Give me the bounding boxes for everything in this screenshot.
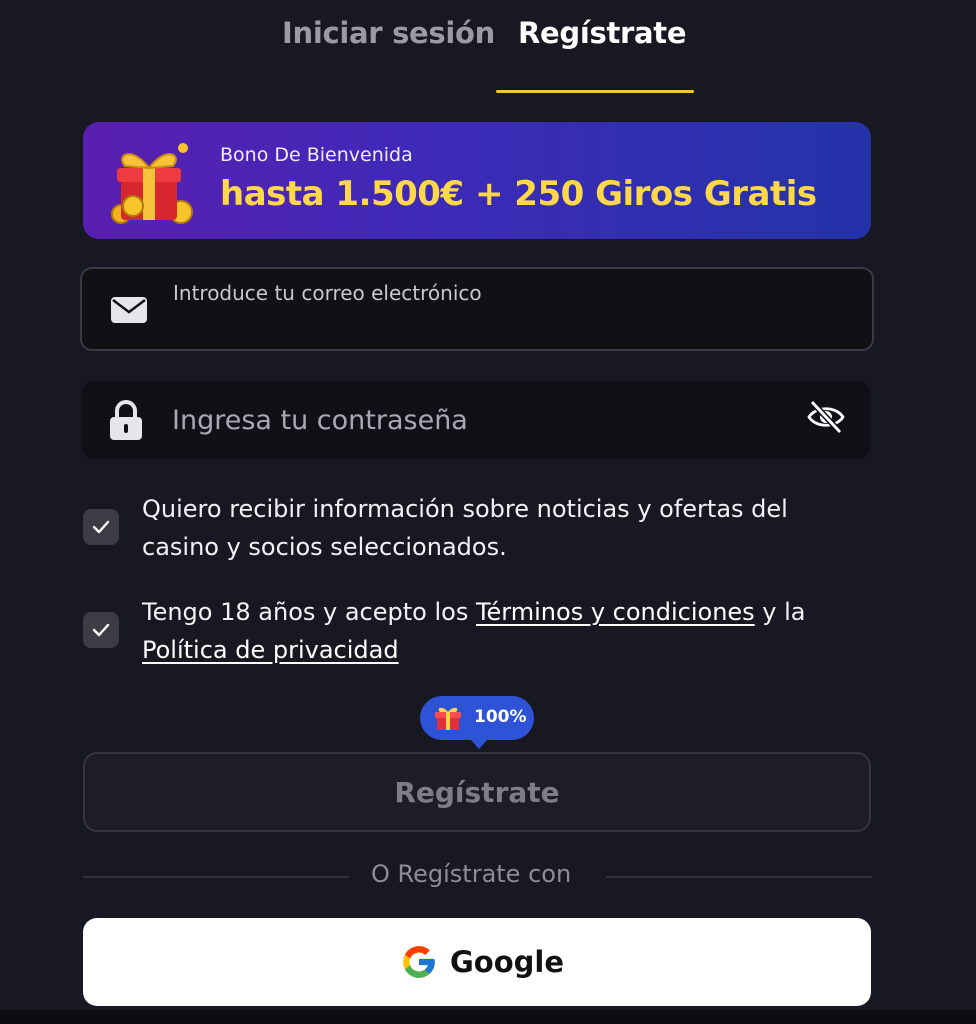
bottom-edge [0,1010,976,1024]
google-signup-button[interactable]: Google [83,918,871,1006]
email-label: Introduce tu correo electrónico [173,281,482,305]
password-placeholder: Ingresa tu contraseña [172,405,468,436]
terms-consent-text: Tengo 18 años y acepto los Términos y co… [142,593,862,669]
eye-off-icon[interactable] [806,397,846,437]
news-consent-checkbox[interactable] [83,509,119,545]
active-tab-indicator [496,90,694,93]
password-field[interactable]: Ingresa tu contraseña [82,381,870,459]
tab-login[interactable]: Iniciar sesión [282,16,495,50]
checkmark-icon [92,623,110,637]
lock-icon [110,400,142,440]
divider-line-right [606,876,872,878]
divider-line-left [83,876,349,878]
google-icon [403,946,435,978]
google-button-label: Google [450,945,565,979]
terms-consent-middle: y la [754,598,806,626]
badge-text: 100% [474,707,527,727]
gift-icon [435,707,461,730]
banner-title: hasta 1.500€ + 250 Giros Gratis [220,174,817,214]
register-button[interactable]: Regístrate [83,752,871,832]
checkmark-icon [92,520,110,534]
gift-box-icon [111,143,193,224]
divider-text: O Regístrate con [371,860,572,888]
banner-subtitle: Bono De Bienvenida [220,144,413,166]
terms-consent-checkbox[interactable] [83,612,119,648]
auth-tabs: Iniciar sesión Regístrate [0,0,976,94]
email-field[interactable]: Introduce tu correo electrónico [80,267,874,351]
mail-icon [111,297,147,323]
news-consent-text: Quiero recibir información sobre noticia… [142,495,788,561]
terms-link[interactable]: Términos y condiciones [476,598,755,626]
welcome-bonus-banner: Bono De Bienvenida hasta 1.500€ + 250 Gi… [83,122,871,239]
privacy-link[interactable]: Política de privacidad [142,636,399,664]
tab-register[interactable]: Regístrate [518,16,687,50]
bonus-progress-badge: 100% [420,696,534,749]
terms-consent-prefix: Tengo 18 años y acepto los [142,598,476,626]
